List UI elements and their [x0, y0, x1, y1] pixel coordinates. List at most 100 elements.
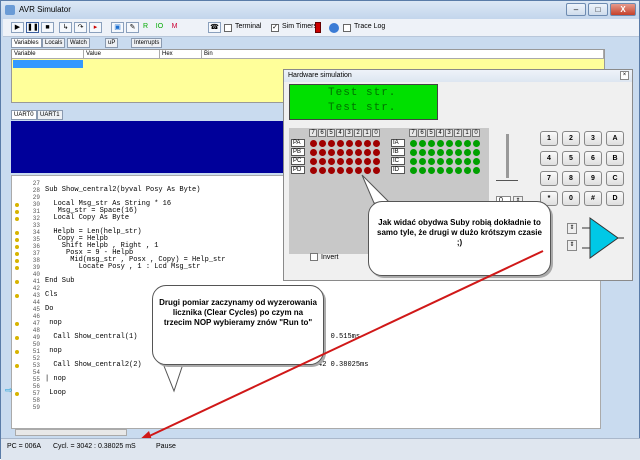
breakpoint-dot-icon[interactable] [15, 294, 19, 298]
column-header[interactable]: Bin [202, 50, 604, 59]
keypad-key[interactable]: 1 [540, 131, 558, 146]
output-led[interactable] [373, 140, 380, 147]
input-led[interactable] [464, 140, 471, 147]
input-led[interactable] [446, 167, 453, 174]
output-led[interactable] [337, 158, 344, 165]
input-led[interactable] [410, 140, 417, 147]
step-into-icon[interactable]: ↳ [59, 22, 72, 33]
input-led[interactable] [446, 140, 453, 147]
keypad-key[interactable]: C [606, 171, 624, 186]
input-led[interactable] [428, 158, 435, 165]
output-led[interactable] [355, 140, 362, 147]
input-led[interactable] [428, 167, 435, 174]
slider-track[interactable] [506, 134, 509, 178]
breakpoint-dot-icon[interactable] [15, 238, 19, 242]
input-led[interactable] [446, 149, 453, 156]
keypad-key[interactable]: D [606, 191, 624, 206]
input-led[interactable] [455, 167, 462, 174]
column-header[interactable]: Value [84, 50, 160, 59]
output-led[interactable] [328, 140, 335, 147]
output-led[interactable] [346, 140, 353, 147]
input-led[interactable] [437, 140, 444, 147]
minimize-button[interactable]: – [566, 3, 586, 16]
pause-icon[interactable]: ❚❚ [26, 22, 39, 33]
output-led[interactable] [310, 149, 317, 156]
output-led[interactable] [346, 149, 353, 156]
keypad-key[interactable]: 4 [540, 151, 558, 166]
tab-uart0[interactable]: UART0 [11, 110, 37, 120]
tab-uart1[interactable]: UART1 [37, 110, 63, 120]
breakpoint-dot-icon[interactable] [15, 266, 19, 270]
close-button[interactable]: X [610, 3, 636, 16]
breakpoint-dot-icon[interactable] [15, 231, 19, 235]
input-led[interactable] [437, 149, 444, 156]
breakpoint-dot-icon[interactable] [15, 217, 19, 221]
input-led[interactable] [455, 149, 462, 156]
step-over-icon[interactable]: ↷ [74, 22, 87, 33]
slider-thumb[interactable] [496, 180, 518, 183]
trace-log-checkbox[interactable] [343, 24, 351, 32]
output-led[interactable] [319, 158, 326, 165]
port-label[interactable]: PD [291, 166, 305, 174]
input-led[interactable] [473, 167, 480, 174]
breakpoint-dot-icon[interactable] [15, 252, 19, 256]
output-led[interactable] [310, 158, 317, 165]
output-led[interactable] [319, 149, 326, 156]
output-led[interactable] [328, 158, 335, 165]
output-led[interactable] [337, 140, 344, 147]
io-icon[interactable]: IO [153, 22, 166, 33]
column-header[interactable]: Variable [12, 50, 84, 59]
r-icon[interactable]: R [139, 22, 152, 33]
trace-icon[interactable] [329, 23, 339, 33]
breakpoint-dot-icon[interactable] [15, 336, 19, 340]
input-led[interactable] [419, 167, 426, 174]
breakpoint-dot-icon[interactable] [15, 210, 19, 214]
maximize-button[interactable]: □ [588, 3, 608, 16]
output-led[interactable] [373, 149, 380, 156]
input-led[interactable] [464, 167, 471, 174]
output-led[interactable] [364, 158, 371, 165]
keypad-key[interactable]: B [606, 151, 624, 166]
breakpoint-dot-icon[interactable] [15, 259, 19, 263]
port-label[interactable]: PC [291, 157, 305, 165]
output-led[interactable] [328, 167, 335, 174]
input-led[interactable] [419, 158, 426, 165]
keypad-key[interactable]: A [606, 131, 624, 146]
tab-interrupts[interactable]: Interrupts [131, 38, 163, 48]
tab-up[interactable]: uP [105, 38, 119, 48]
output-led[interactable] [355, 158, 362, 165]
sim-timers-icon[interactable] [315, 22, 321, 33]
hardware-sim-icon[interactable]: ▣ [111, 22, 124, 33]
play-icon[interactable]: ▶ [11, 22, 24, 33]
port-label[interactable]: PA [291, 139, 305, 147]
keypad-key[interactable]: 0 [562, 191, 580, 206]
input-led[interactable] [419, 140, 426, 147]
keypad-key[interactable]: 6 [584, 151, 602, 166]
input-led[interactable] [428, 140, 435, 147]
input-led[interactable] [446, 158, 453, 165]
sim-timers-checkbox[interactable]: ✓ [271, 24, 279, 32]
input-led[interactable] [455, 158, 462, 165]
pin-label[interactable]: IC [391, 157, 405, 165]
breakpoint-dot-icon[interactable] [15, 392, 19, 396]
pin-label[interactable]: IA [391, 139, 405, 147]
breakpoint-dot-icon[interactable] [15, 245, 19, 249]
output-led[interactable] [337, 149, 344, 156]
tab-locals[interactable]: Locals [42, 38, 66, 48]
input-led[interactable] [419, 149, 426, 156]
keypad-key[interactable]: 9 [584, 171, 602, 186]
output-led[interactable] [373, 158, 380, 165]
output-led[interactable] [346, 167, 353, 174]
output-led[interactable] [364, 140, 371, 147]
tab-watch[interactable]: Watch [67, 38, 90, 48]
output-led[interactable] [319, 167, 326, 174]
m-icon[interactable]: M [168, 22, 181, 33]
output-led[interactable] [346, 158, 353, 165]
keypad-key[interactable]: 2 [562, 131, 580, 146]
terminal-checkbox[interactable] [224, 24, 232, 32]
input-led[interactable] [428, 149, 435, 156]
output-led[interactable] [355, 149, 362, 156]
keypad-key[interactable]: 8 [562, 171, 580, 186]
keypad-key[interactable]: 3 [584, 131, 602, 146]
selected-cell[interactable] [13, 60, 83, 68]
